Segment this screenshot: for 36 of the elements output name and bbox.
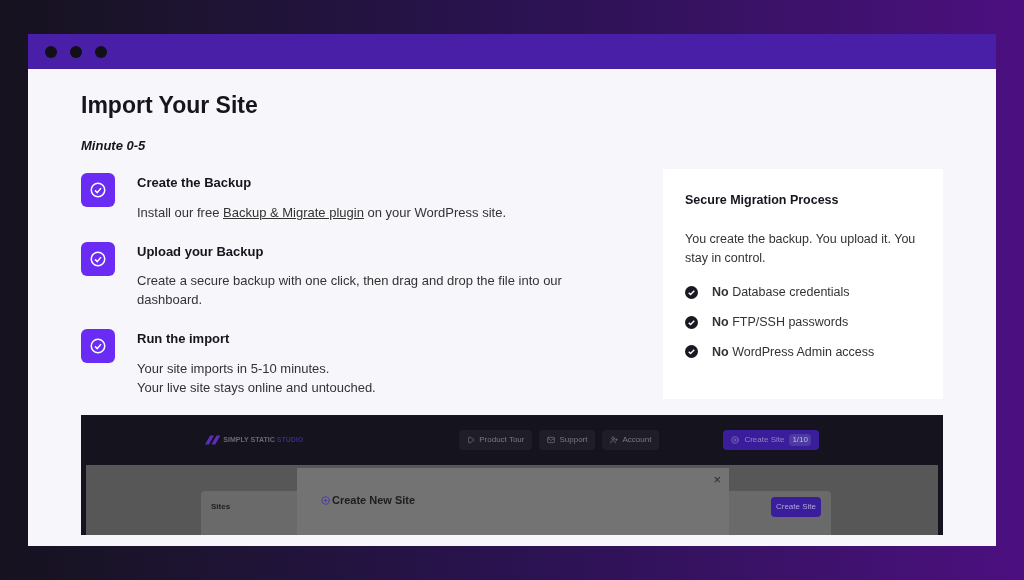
create-site-button[interactable]: Create Site 1/10 [723,430,819,451]
plugin-link[interactable]: Backup & Migrate plugin [223,204,364,220]
check-icon [685,315,698,329]
benefit-item: No FTP/SSH passwords [712,313,849,331]
step-description: Create a secure backup with one click, then drag and drop the file into our dashboard. [137,272,563,310]
card-text: You create the backup. You upload it. You stay in control. [685,231,917,267]
step-title: Upload your Backup [137,242,265,261]
create-site-button[interactable]: Create Site [770,497,821,518]
nav-button[interactable]: Account [602,430,660,451]
mail-icon [547,436,556,445]
page-subtitle: Minute 0-5 [81,136,147,155]
check-icon [81,329,115,364]
nav-button[interactable]: Support [539,430,596,451]
play-icon [467,436,476,445]
step-description: Your site imports in 5-10 minutes. [137,359,331,378]
plus-icon [731,436,740,445]
step-title: Create the Backup [137,174,253,193]
nav-button[interactable]: Product Tour [459,430,533,451]
check-icon [685,345,698,359]
check-icon [81,241,115,276]
plus-icon [321,496,330,505]
check-icon [685,285,698,299]
card-title: Secure Migration Process [685,192,840,210]
button-label: Create Site [744,434,785,447]
step-description: Your live site stays online and untouched. [137,378,376,397]
check-icon [81,173,115,208]
modal-title: Create New Site [332,493,416,509]
sidebar-label: Sites [211,501,231,514]
close-button[interactable]: × [713,470,721,490]
benefit-item: No Database credentials [712,284,850,301]
step-title: Run the import [137,330,231,349]
benefit-item: No WordPress Admin access [712,343,875,361]
count-badge: 1/10 [789,434,811,447]
user-plus-icon [610,436,619,445]
step-description: Install our free Backup & Migrate plugin on your WordPress site. [137,203,506,222]
page-title: Import Your Site [81,91,259,120]
